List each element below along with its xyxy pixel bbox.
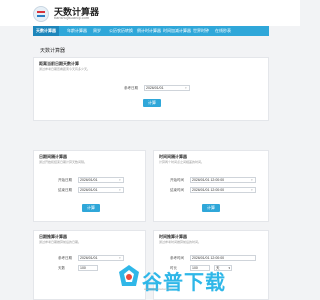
card-desc: 通过参考日期推算前后的日期。 xyxy=(39,240,82,244)
nav-item-stopwatch[interactable]: 在线秒表 xyxy=(215,28,231,34)
card-days-to-today: 距离当前日期天数计算 通过参考日期查看距离今天有多少天。 参考日期 2026/0… xyxy=(33,57,269,121)
watermark-logo-icon xyxy=(119,265,139,286)
ref-time-label: 参考时间 xyxy=(170,256,184,260)
watermark: 谷普下载 www.gupuxiazai.com xyxy=(118,264,248,294)
calendar-icon[interactable]: ▫ xyxy=(119,188,123,192)
nav-item-countdown[interactable]: 倒计时计算器 xyxy=(137,28,161,34)
nav-item-full-age[interactable]: 周岁 xyxy=(93,28,101,34)
ref-date-label: 参考日期 xyxy=(58,256,72,260)
days-label: 天数 xyxy=(58,266,65,270)
calendar-icon[interactable]: ▫ xyxy=(251,178,255,182)
card-time-interval: 时间间隔计算器 计算两个时间点之间相差的时间。 开始时间 2026/01/01 … xyxy=(153,150,269,222)
end-date-input[interactable]: 2026/01/01 xyxy=(78,187,124,193)
days-input[interactable]: 100 xyxy=(78,265,98,271)
ref-date-input[interactable]: 2026/01/01 xyxy=(144,85,190,91)
nav-item-world-clock[interactable]: 世界时钟 xyxy=(193,28,209,34)
card-desc: 通过开始和结束日期计算天数间隔。 xyxy=(39,160,88,164)
ref-date-input[interactable]: 2026/01/01 xyxy=(78,255,124,261)
calendar-icon[interactable]: ▫ xyxy=(119,178,123,182)
main-nav: 天数计算器 年龄计算器 周岁 公历农历转换 倒计时计算器 时间加减计算器 世界时… xyxy=(33,26,269,36)
calendar-icon[interactable]: ▫ xyxy=(185,86,189,90)
ref-time-input[interactable]: 2026/01/01 12:00:00 xyxy=(190,255,256,261)
nav-item-days[interactable]: 天数计算器 xyxy=(33,26,59,36)
nav-item-calendar-convert[interactable]: 公历农历转换 xyxy=(109,28,133,34)
end-time-label: 结束时间 xyxy=(170,188,184,192)
calendar-icon[interactable]: ▫ xyxy=(119,256,123,260)
card-date-interval: 日期间隔计算器 通过开始和结束日期计算天数间隔。 开始日期 2026/01/01… xyxy=(33,150,146,222)
nav-item-age[interactable]: 年龄计算器 xyxy=(67,28,87,34)
site-url: tianshujisuanqi.com xyxy=(54,15,90,20)
watermark-sub: www.gupuxiazai.com xyxy=(144,287,173,291)
calculate-button[interactable]: 计算 xyxy=(143,99,161,107)
start-date-label: 开始日期 xyxy=(58,178,72,182)
card-desc: 通过参考时间推算前后的时间。 xyxy=(159,240,202,244)
start-time-label: 开始时间 xyxy=(170,178,184,182)
ref-date-label: 参考日期 xyxy=(124,86,138,90)
calculate-button[interactable]: 计算 xyxy=(202,204,220,212)
end-time-input[interactable]: 2026/01/01 12:00:00 xyxy=(190,187,256,193)
end-date-label: 结束日期 xyxy=(58,188,72,192)
card-desc: 计算两个时间点之间相差的时间。 xyxy=(159,160,205,164)
nav-item-time-add[interactable]: 时间加减计算器 xyxy=(163,28,191,34)
calculate-button[interactable]: 计算 xyxy=(82,204,100,212)
logo-icon[interactable] xyxy=(33,6,49,22)
start-date-input[interactable]: 2026/01/01 xyxy=(78,177,124,183)
start-time-input[interactable]: 2026/01/01 12:00:00 xyxy=(190,177,256,183)
card-desc: 通过参考日期查看距离今天有多少天。 xyxy=(39,67,91,71)
page-heading: 天数计算器 xyxy=(40,48,66,54)
site-header: 天数计算器 tianshujisuanqi.com xyxy=(0,0,300,26)
calendar-icon[interactable]: ▫ xyxy=(251,188,255,192)
